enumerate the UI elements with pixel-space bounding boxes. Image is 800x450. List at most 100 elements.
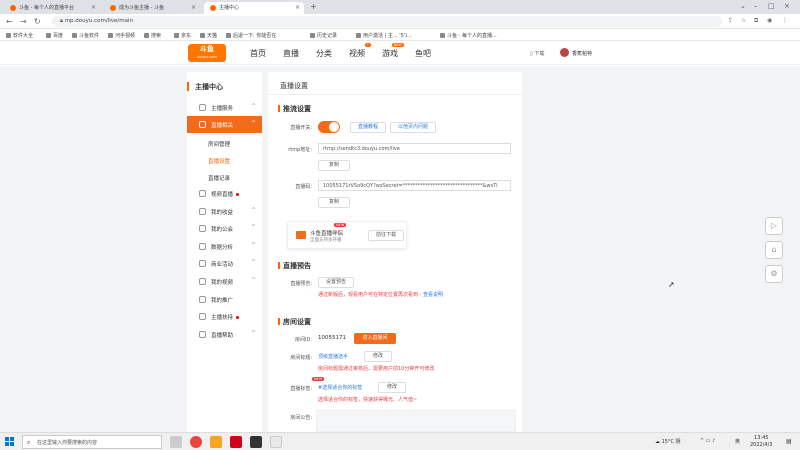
nav-game[interactable]: 游戏 NEW: [382, 43, 404, 59]
taskbar-clock[interactable]: 13:45 2022/4/3: [750, 435, 772, 449]
close-tab-icon[interactable]: ×: [91, 4, 96, 11]
new-badge: NEW: [334, 223, 347, 227]
bookmark-item[interactable]: 河手视频: [108, 32, 135, 39]
tray-icons[interactable]: ^ ▭ ♪: [700, 438, 715, 444]
preview-note: 通过新版后，观看用户可在特定位置再次看到 - 查看说明: [318, 292, 444, 298]
chrome-icon[interactable]: [190, 436, 202, 448]
profile-icon[interactable]: ◉: [767, 17, 772, 24]
nav-fishbar[interactable]: 鱼吧: [415, 48, 431, 59]
menu-icon[interactable]: ⋮: [782, 17, 788, 24]
download-companion-button[interactable]: 前往下载: [368, 230, 404, 241]
preview-label: 直播预告:: [290, 281, 312, 287]
help-button[interactable]: 以他页内问题: [390, 122, 436, 133]
username[interactable]: 香蕉帕特: [572, 50, 592, 57]
sidebar-sub-live-records[interactable]: 直播记录: [208, 174, 230, 182]
sidebar-item-guild[interactable]: 我的公会 ^: [187, 220, 262, 237]
sidebar-item-anchor-service[interactable]: 主播服务 ^: [187, 99, 262, 116]
browser-tab[interactable]: 斗鱼 - 每个人的直播平台 ×: [4, 2, 100, 14]
set-preview-button[interactable]: 设置预告: [318, 277, 354, 288]
new-tab-button[interactable]: +: [310, 2, 317, 11]
view-instructions-link[interactable]: 查看说明: [423, 292, 443, 298]
live-tutorial-button[interactable]: 直播教程: [350, 122, 386, 133]
room-notice-label: 房间公告:: [290, 415, 312, 421]
avatar[interactable]: [560, 48, 569, 57]
app-icon[interactable]: [230, 436, 242, 448]
minimize-icon[interactable]: –: [754, 2, 758, 10]
room-title-label: 房间标题:: [290, 355, 312, 361]
sidebar-item-support[interactable]: 主播扶持: [187, 308, 262, 325]
copy-rtmp-button[interactable]: 复制: [318, 160, 350, 171]
back-arrow-icon[interactable]: ←: [6, 17, 13, 26]
sidebar-item-video-live[interactable]: 视频直播: [187, 185, 262, 202]
bookmark-item[interactable]: 百度: [46, 32, 63, 39]
room-id-label: 房间ID:: [294, 337, 312, 343]
app-icon[interactable]: [270, 436, 282, 448]
enter-room-button[interactable]: 进入直播间: [354, 333, 396, 344]
browser-tab[interactable]: 成为斗鱼主播 - 斗鱼 ×: [104, 2, 200, 14]
close-window-icon[interactable]: ×: [784, 2, 790, 10]
nav-live[interactable]: 直播: [283, 48, 299, 59]
bookmark-item[interactable]: 后退一下: 你能否在: [226, 32, 276, 39]
url-input[interactable]: 🔒︎ mp.douyu.com/live/main: [52, 16, 722, 27]
home-icon[interactable]: ⌂: [765, 241, 783, 259]
browser-tab-bar: 斗鱼 - 每个人的直播平台 × 成为斗鱼主播 - 斗鱼 × 主播中心 × + ⌄ – …: [0, 0, 800, 14]
share-icon[interactable]: ⇪: [728, 17, 733, 24]
sidebar-item-income[interactable]: 我的收益 ^: [187, 203, 262, 220]
bookmark-item[interactable]: 斗鱼 - 每个人的直播...: [440, 32, 497, 39]
star-icon[interactable]: ☆: [741, 17, 746, 24]
sidebar-sub-room-manage[interactable]: 房间管理: [208, 140, 230, 148]
edit-title-button[interactable]: 修改: [364, 351, 392, 362]
douyu-logo[interactable]: 斗鱼 douyu.com: [188, 44, 226, 62]
browser-tab-active[interactable]: 主播中心 ×: [204, 2, 304, 14]
forward-arrow-icon[interactable]: →: [20, 17, 27, 26]
copy-code-button[interactable]: 复制: [318, 197, 350, 208]
sidebar-item-help[interactable]: 直播帮助 ^: [187, 326, 262, 343]
nav-category[interactable]: 分类: [316, 48, 332, 59]
nav-video[interactable]: 视频 •: [349, 43, 371, 59]
chevron-down-icon[interactable]: ⌄: [740, 2, 746, 10]
bookmark-item[interactable]: 天猫: [200, 32, 217, 39]
weather-icon[interactable]: ☁ 15°C 阴: [655, 438, 681, 445]
douyu-favicon-icon: [210, 4, 216, 11]
bookmark-item[interactable]: 历史记录: [310, 32, 337, 39]
bookmark-item[interactable]: 软件大全: [6, 32, 33, 39]
bookmark-icon: [226, 33, 231, 38]
section-heading-room: 房间设置: [278, 317, 311, 327]
download-link[interactable]: ▯ 下载: [530, 50, 544, 57]
maximize-icon[interactable]: □: [768, 2, 775, 10]
app-icon[interactable]: ⚙: [765, 265, 783, 283]
stream-code-field[interactable]: 10055171rVSo9cQY?wsSecret=**************…: [318, 180, 511, 191]
windows-start-icon[interactable]: [5, 437, 15, 447]
sidebar-item-analytics[interactable]: 数据分析 ^: [187, 238, 262, 255]
close-tab-icon[interactable]: ×: [191, 4, 196, 11]
edit-tag-button[interactable]: 修改: [378, 382, 406, 393]
sidebar-item-my-video[interactable]: 我的视频 ^: [187, 273, 262, 290]
sidebar-item-live[interactable]: 直播相关 ^: [187, 116, 262, 133]
notification-icon[interactable]: ▤: [786, 438, 792, 445]
bookmark-item[interactable]: 用户激活 | 主... '5')...: [356, 32, 412, 39]
taskbar-search-input[interactable]: ⌕ 在这里输入你要搜索的内容: [22, 435, 162, 449]
extensions-icon[interactable]: ⧉: [754, 17, 758, 25]
sidebar-item-promotion[interactable]: 我的推广: [187, 291, 262, 308]
new-badge: NEW: [391, 43, 404, 47]
bookmark-item[interactable]: 斗鱼软件: [72, 32, 99, 39]
reload-icon[interactable]: ↻: [34, 17, 41, 26]
live-switch-toggle[interactable]: [318, 121, 340, 133]
companion-promo-card: NEW 斗鱼直播伴侣 全面支持多开播 前往下载: [287, 221, 407, 249]
close-tab-icon[interactable]: ×: [295, 4, 300, 11]
ime-indicator[interactable]: 英: [735, 438, 740, 445]
bookmark-item[interactable]: 京东: [174, 32, 191, 39]
rtmp-address-field[interactable]: rtmp://sendtc3.douyu.com/live: [318, 143, 511, 154]
monitor-icon: [199, 121, 206, 128]
nav-home[interactable]: 首页: [250, 48, 266, 59]
task-view-icon[interactable]: [170, 436, 182, 448]
sidebar-item-business[interactable]: 商业活动 ^: [187, 255, 262, 272]
chevron-up-icon: ^: [250, 120, 256, 127]
app-icon[interactable]: [250, 436, 262, 448]
bookmark-item[interactable]: 搜索: [144, 32, 161, 39]
play-icon[interactable]: ▷: [765, 217, 783, 235]
room-notice-textarea[interactable]: [316, 410, 516, 432]
windows-taskbar: ⌕ 在这里输入你要搜索的内容 ☁ 15°C 阴 ^ ▭ ♪ 英 13:45 2022…: [0, 432, 800, 450]
sidebar-sub-live-settings[interactable]: 直播设置: [208, 157, 230, 165]
app-icon[interactable]: [210, 436, 222, 448]
